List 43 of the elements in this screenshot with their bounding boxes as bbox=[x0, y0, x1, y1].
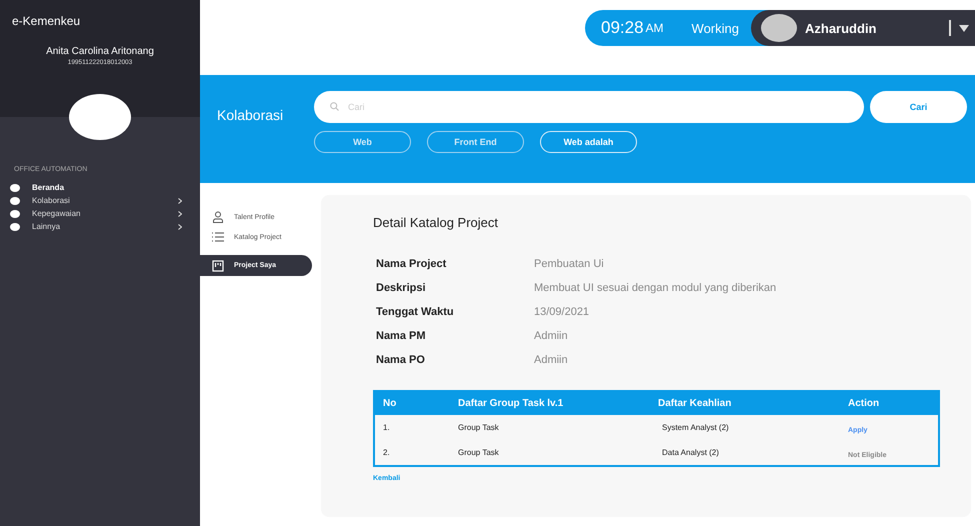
bullet-icon bbox=[10, 196, 20, 204]
column-header: No bbox=[383, 398, 398, 409]
app-title: e-Kemenkeu bbox=[12, 14, 82, 28]
field-label: Deskripsi bbox=[376, 282, 427, 294]
board-icon bbox=[212, 260, 224, 272]
table-cell-text: Group Task bbox=[458, 448, 500, 457]
clock-meridiem: AM bbox=[646, 21, 664, 35]
clock-time: 09:28 bbox=[601, 18, 644, 38]
person-icon bbox=[212, 211, 224, 223]
divider-icon bbox=[949, 20, 951, 36]
sidebar-item[interactable]: Lainnya bbox=[0, 220, 200, 233]
field-value: Admiin bbox=[534, 330, 568, 342]
sidebar-item[interactable]: Kepegawaian bbox=[0, 207, 200, 220]
table-cell-text: 2. bbox=[383, 448, 391, 457]
card-title: Detail Katalog Project bbox=[373, 215, 500, 230]
field-label: Nama Project bbox=[376, 258, 448, 270]
field-value: Membuat UI sesuai dengan modul yang diberikan bbox=[534, 282, 776, 294]
bullet-icon bbox=[10, 222, 20, 230]
table-cell-text: 1. bbox=[383, 423, 391, 432]
user-menu[interactable]: Azharuddin bbox=[751, 10, 975, 46]
field-label: Nama PO bbox=[376, 354, 426, 366]
work-status: Working bbox=[692, 20, 739, 36]
field-value: 13/09/2021 bbox=[534, 306, 590, 318]
user-name: Anita Carolina Aritonang bbox=[45, 46, 155, 57]
table-cell-text: Group Task bbox=[458, 423, 500, 432]
bullet-icon bbox=[10, 210, 20, 218]
field-value: Pembuatan Ui bbox=[534, 258, 604, 270]
column-header: Action bbox=[848, 398, 880, 409]
list-icon bbox=[212, 232, 224, 242]
user-avatar bbox=[761, 14, 797, 42]
banner-title: Kolaborasi bbox=[217, 107, 284, 125]
column-header: Daftar Group Task lv.1 bbox=[458, 398, 564, 409]
field-label: Nama PM bbox=[376, 330, 427, 342]
bullet-icon bbox=[10, 184, 20, 192]
search-icon bbox=[330, 102, 339, 111]
column-header: Daftar Keahlian bbox=[658, 398, 732, 409]
field-value: Admiin bbox=[534, 354, 568, 366]
table-cell-text: System Analyst (2) bbox=[662, 423, 730, 432]
sidebar-item[interactable]: Beranda bbox=[0, 181, 200, 194]
dropdown-icon bbox=[959, 24, 969, 32]
sidebar-item[interactable]: Kolaborasi bbox=[0, 194, 200, 207]
table-cell-text: Data Analyst (2) bbox=[662, 448, 720, 457]
field-label: Tenggat Waktu bbox=[376, 306, 455, 318]
